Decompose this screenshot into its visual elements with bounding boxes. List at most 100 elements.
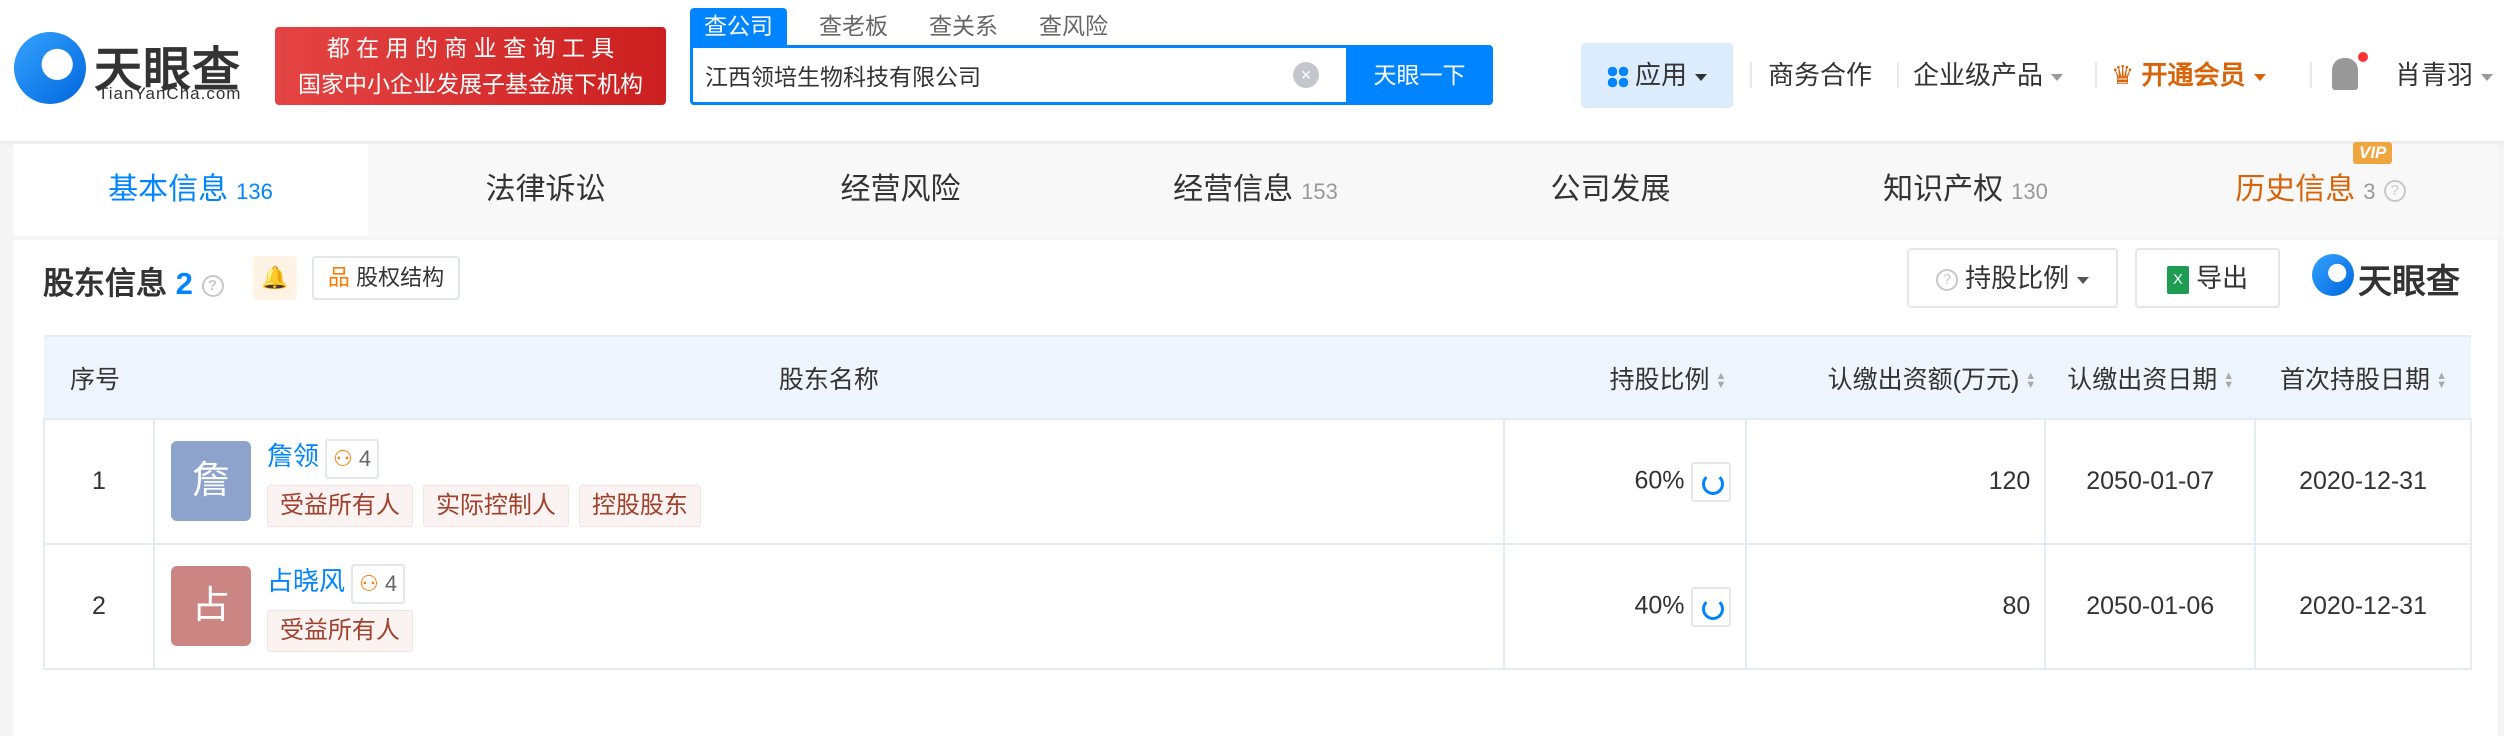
ratio-cell: 40% <box>1502 543 1747 670</box>
brand-logo-text: 天眼查 <box>2358 263 2460 301</box>
apps-grid-icon <box>1606 66 1629 89</box>
col-ratio[interactable]: 持股比例 ▲ ▼ <box>1503 335 1746 420</box>
apps-menu[interactable]: 应用 <box>1581 43 1733 108</box>
tab-operating-risk[interactable]: 经营风险 <box>723 144 1078 236</box>
tab-legal[interactable]: 法律诉讼 <box>368 144 723 236</box>
first-date-cell: 2020-12-31 <box>2254 543 2472 670</box>
tab-label: 公司发展 <box>1550 173 1671 206</box>
section-tabs: 基本信息 136 法律诉讼 经营风险 经营信息 153 公司发展 知识产权 130 历… <box>13 142 2498 236</box>
tab-count: 130 <box>2011 179 2048 204</box>
tab-count: 136 <box>236 179 273 204</box>
related-companies-badge[interactable]: ⚇ 4 <box>324 438 380 479</box>
user-menu[interactable]: 肖青羽 <box>2395 43 2494 108</box>
search-tab-risk[interactable]: 查风险 <box>1025 8 1122 45</box>
amount-cell: 120 <box>1744 418 2047 545</box>
shareholder-name-link[interactable]: 占晓风 <box>267 566 345 596</box>
search-tab-company[interactable]: 查公司 <box>690 8 787 45</box>
excel-icon: X <box>2166 266 2189 295</box>
promo-banner[interactable]: 都 在 用 的 商 业 查 询 工 具 国家中小企业发展子基金旗下机构 <box>275 27 666 105</box>
table-row: 1 詹 詹领 ⚇ 4 受益所有人 实际控制人 控股股东 60% 120 2050-01… <box>43 418 2472 545</box>
row-index: 1 <box>43 418 155 545</box>
export-button[interactable]: X 导出 <box>2135 248 2280 308</box>
chevron-down-icon <box>2051 73 2064 81</box>
tag: 受益所有人 <box>266 484 413 527</box>
tab-basic-info[interactable]: 基本信息 136 <box>13 144 368 236</box>
title-text: 股东信息 <box>43 266 167 301</box>
shareholder-table: 序号 股东名称 持股比例 ▲ ▼ 认缴出资额(万元) ▲ ▼ 认缴出资日期 ▲ ▼ 首次持股… <box>43 335 2472 670</box>
chevron-down-icon <box>2253 73 2266 81</box>
sub-date-cell: 2050-01-06 <box>2044 543 2257 670</box>
row-index: 2 <box>43 543 155 670</box>
user-name: 肖青羽 <box>2395 60 2474 90</box>
tab-count: 3 <box>2363 179 2376 204</box>
tab-label: 知识产权 <box>1883 173 2004 206</box>
table-header: 序号 股东名称 持股比例 ▲ ▼ 认缴出资额(万元) ▲ ▼ 认缴出资日期 ▲ ▼ 首次持股… <box>44 335 2471 420</box>
tab-history[interactable]: 历史信息 3 ? VIP <box>2143 142 2498 236</box>
avatar: 占 <box>170 566 251 647</box>
relation-icon: ⚇ <box>358 570 379 596</box>
nav-vip[interactable]: ♛ 开通会员 <box>2111 43 2266 108</box>
pie-chart-icon[interactable] <box>1690 461 1731 502</box>
nav-enterprise[interactable]: 企业级产品 <box>1913 43 2064 108</box>
banner-line2: 国家中小企业发展子基金旗下机构 <box>298 71 643 97</box>
tag: 实际控制人 <box>422 484 569 527</box>
ratio-cell: 60% <box>1502 418 1747 545</box>
search-input[interactable] <box>705 48 1305 102</box>
col-first-date[interactable]: 首次持股日期 ▲ ▼ <box>2255 335 2471 420</box>
export-label: 导出 <box>2196 263 2249 293</box>
structure-label: 股权结构 <box>356 265 445 290</box>
logo-subtitle: TianYanCha.com <box>98 84 242 103</box>
sort-icon: ▲ ▼ <box>1715 369 1727 391</box>
search-button[interactable]: 天眼一下 <box>1346 45 1493 105</box>
nav-business[interactable]: 商务合作 <box>1768 43 1872 108</box>
monitor-bell-button[interactable]: 🔔 <box>253 256 297 300</box>
tab-label: 法律诉讼 <box>485 173 606 206</box>
crown-icon: ♛ <box>2111 60 2135 90</box>
tag: 控股股东 <box>578 484 701 527</box>
shareholder-name-link[interactable]: 詹领 <box>267 441 319 471</box>
col-label: 首次持股日期 <box>2280 365 2431 394</box>
equity-structure-button[interactable]: 品 股权结构 <box>312 256 460 300</box>
divider <box>2095 62 2097 88</box>
tab-operating-info[interactable]: 经营信息 153 <box>1078 144 1433 236</box>
notification-dot <box>2358 52 2368 62</box>
col-amount[interactable]: 认缴出资额(万元) ▲ ▼ <box>1745 335 2046 420</box>
ratio-dropdown[interactable]: ? 持股比例 <box>1907 248 2118 308</box>
col-sub-date[interactable]: 认缴出资日期 ▲ ▼ <box>2045 335 2256 420</box>
ratio-value: 40% <box>1634 591 1685 620</box>
logo-icon[interactable] <box>14 32 86 104</box>
related-companies-badge[interactable]: ⚇ 4 <box>350 563 406 604</box>
help-icon[interactable]: ? <box>201 274 224 297</box>
tag: 受益所有人 <box>266 609 413 652</box>
related-count: 4 <box>384 570 398 596</box>
sort-icon: ▲ ▼ <box>2436 369 2447 391</box>
col-index: 序号 <box>44 335 154 420</box>
enterprise-label: 企业级产品 <box>1913 60 2044 90</box>
tab-development[interactable]: 公司发展 <box>1433 144 1788 236</box>
bell-icon: 🔔 <box>261 265 289 290</box>
col-label: 持股比例 <box>1609 365 1710 394</box>
col-name: 股东名称 <box>153 335 1504 420</box>
pie-chart-icon[interactable] <box>1690 586 1731 627</box>
banner-line1: 都 在 用 的 商 业 查 询 工 具 <box>326 35 615 61</box>
amount-cell: 80 <box>1744 543 2047 670</box>
chevron-down-icon <box>2481 73 2494 81</box>
clear-icon[interactable]: × <box>1293 62 1319 88</box>
help-icon: ? <box>1935 269 1958 292</box>
table-row: 2 占 占晓风 ⚇ 4 受益所有人 40% 80 2050-01-06 2020-… <box>43 543 2472 670</box>
ratio-value: 60% <box>1634 466 1685 495</box>
search-tab-boss[interactable]: 查老板 <box>805 8 902 45</box>
chevron-down-icon <box>2077 276 2090 284</box>
relation-icon: ⚇ <box>332 445 353 471</box>
tab-label: 经营风险 <box>840 173 961 206</box>
tab-label: 基本信息 <box>108 173 229 206</box>
tab-ip[interactable]: 知识产权 130 <box>1788 144 2143 236</box>
shareholder-cell: 詹 詹领 ⚇ 4 受益所有人 实际控制人 控股股东 <box>152 418 1505 545</box>
sub-date-cell: 2050-01-07 <box>2044 418 2257 545</box>
title-count: 2 <box>175 266 193 301</box>
bell-icon[interactable] <box>2332 58 2358 90</box>
avatar: 詹 <box>170 441 251 522</box>
first-date-cell: 2020-12-31 <box>2254 418 2472 545</box>
search-tab-relation[interactable]: 查关系 <box>915 8 1012 45</box>
help-icon[interactable]: ? <box>2383 180 2406 203</box>
